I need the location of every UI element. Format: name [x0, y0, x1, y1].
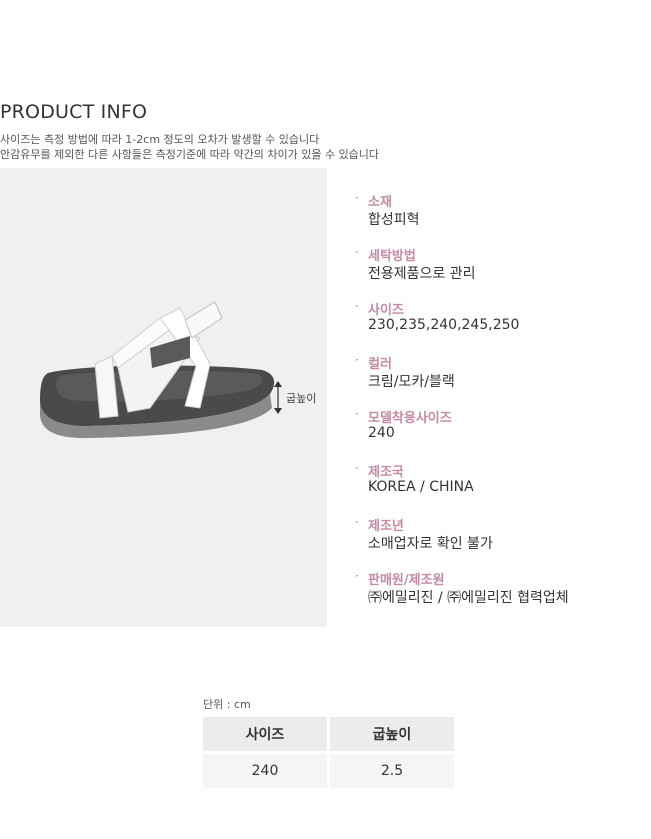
spec-label: 세탁방법: [368, 249, 416, 264]
spec-label: 소재: [368, 195, 392, 210]
lining-note: 안감유무를 제외한 다른 사항들은 측정기준에 따라 약간의 차이가 있을 수 …: [0, 148, 380, 161]
spec-value: 230,235,240,245,250: [368, 317, 520, 333]
heel-height-label: 굽높이: [286, 392, 317, 405]
bullet-icon: ·: [355, 353, 359, 367]
product-photo: 굽높이: [0, 168, 327, 627]
bullet-icon: ·: [355, 515, 359, 529]
spec-label: 제조국: [368, 465, 404, 480]
table-cell-size: 240: [203, 751, 327, 788]
spec-value: 크림/모카/블랙: [368, 374, 455, 390]
bullet-icon: ·: [355, 299, 359, 313]
unit-label: 단위 : cm: [203, 698, 251, 711]
column-header-heel-height: 굽높이: [327, 717, 454, 751]
bullet-icon: ·: [355, 407, 359, 421]
bullet-icon: ·: [355, 569, 359, 583]
table-header-row: 사이즈 굽높이: [203, 717, 454, 751]
bullet-icon: ·: [355, 245, 359, 259]
spec-value: 소매업자로 확인 불가: [368, 536, 493, 552]
spec-value: 합성피혁: [368, 212, 420, 228]
measurement-note: 사이즈는 측정 방법에 따라 1-2cm 정도의 오차가 발생할 수 있습니다: [0, 133, 320, 146]
bullet-icon: ·: [355, 191, 359, 205]
spec-label: 컬러: [368, 357, 392, 372]
size-table: 사이즈 굽높이 240 2.5: [203, 717, 454, 788]
spec-value: KOREA / CHINA: [368, 479, 474, 495]
spec-value: ㈜에밀리진 / ㈜에밀리진 협력업체: [368, 590, 569, 606]
table-row: 240 2.5: [203, 751, 454, 788]
spec-label: 사이즈: [368, 303, 404, 318]
spec-label: 제조년: [368, 519, 404, 534]
sandal-illustration: [40, 301, 282, 439]
spec-value: 240: [368, 425, 395, 441]
spec-label: 모델착용사이즈: [368, 411, 452, 426]
spec-value: 전용제품으로 관리: [368, 266, 476, 282]
page-title: PRODUCT INFO: [0, 101, 148, 123]
table-cell-heel-height: 2.5: [327, 751, 454, 788]
bullet-icon: ·: [355, 461, 359, 475]
column-header-size: 사이즈: [203, 717, 327, 751]
spec-label: 판매원/제조원: [368, 573, 445, 588]
